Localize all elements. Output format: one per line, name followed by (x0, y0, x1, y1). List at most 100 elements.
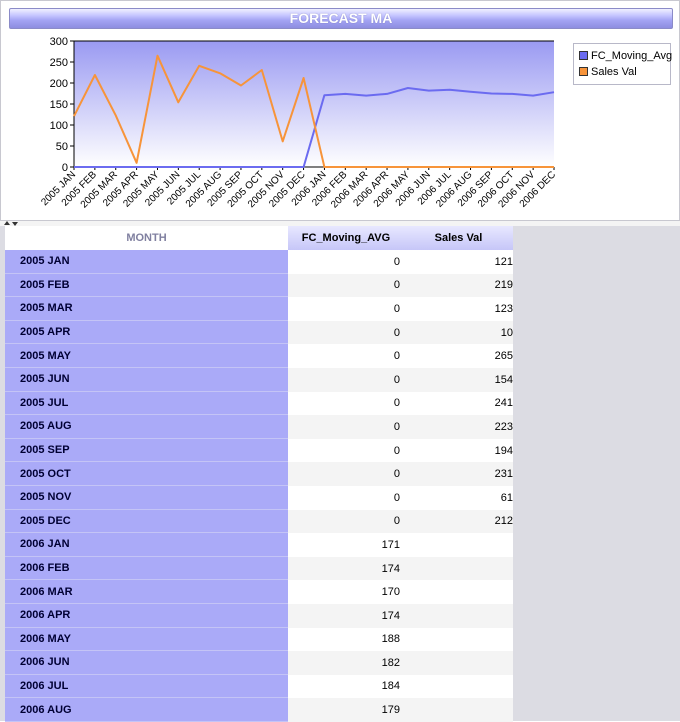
y-tick-label: 50 (56, 141, 68, 153)
fc-moving-avg-cell: 170 (288, 580, 404, 604)
fc-moving-avg-cell: 0 (288, 509, 404, 534)
table-row[interactable]: 2005 FEB 0 219 (5, 273, 513, 298)
table-row[interactable]: 2005 NOV 0 61 (5, 485, 513, 510)
month-cell: 2006 MAY (5, 627, 288, 652)
fc-moving-avg-cell: 174 (288, 556, 404, 581)
month-cell: 2005 DEC (5, 509, 288, 534)
fc-moving-avg-cell: 0 (288, 415, 404, 439)
fc-moving-avg-cell: 0 (288, 250, 404, 274)
sales-val-cell: 194 (404, 438, 513, 463)
month-cell: 2005 APR (5, 320, 288, 345)
fc-moving-avg-cell: 171 (288, 533, 404, 557)
fc-moving-avg-cell: 0 (288, 485, 404, 510)
table-row[interactable]: 2005 MAR 0 123 (5, 297, 513, 321)
table-row[interactable]: 2005 SEP 0 194 (5, 438, 513, 463)
sales-val-cell: 154 (404, 367, 513, 392)
fc-moving-avg-cell: 184 (288, 674, 404, 699)
table-row[interactable]: 2006 MAR 170 (5, 580, 513, 604)
legend-label-sales: Sales Val (591, 66, 637, 78)
y-tick-label: 100 (50, 120, 68, 132)
fc-moving-avg-cell: 0 (288, 438, 404, 463)
table-row[interactable]: 2005 JUL 0 241 (5, 391, 513, 416)
table-row[interactable]: 2005 MAY 0 265 (5, 344, 513, 368)
sales-val-cell: 219 (404, 273, 513, 298)
legend-item-sales: Sales Val (579, 65, 637, 79)
fc-moving-avg-cell: 188 (288, 627, 404, 652)
month-cell: 2005 OCT (5, 462, 288, 486)
month-cell: 2005 SEP (5, 438, 288, 463)
month-cell: 2005 JAN (5, 250, 288, 274)
table-row[interactable]: 2005 DEC 0 212 (5, 509, 513, 534)
y-tick-label: 250 (50, 57, 68, 69)
y-tick-label: 300 (50, 36, 68, 48)
sales-val-cell: 212 (404, 509, 513, 534)
fc-moving-avg-cell: 0 (288, 320, 404, 345)
chart-panel: FORECAST MA 0 50 100 150 200 250 300 2005 JAN 20… (0, 0, 680, 221)
sales-val-cell: 265 (404, 344, 513, 368)
sales-val-cell: 241 (404, 391, 513, 416)
table-row[interactable]: 2005 APR 0 10 (5, 320, 513, 345)
y-tick-label: 200 (50, 78, 68, 90)
table-row[interactable]: 2006 JUN 182 (5, 651, 513, 675)
sales-val-cell (404, 533, 513, 557)
y-tick-label: 150 (50, 99, 68, 111)
column-header-fc-moving-avg[interactable]: FC_Moving_AVG (288, 226, 404, 250)
grid-header-row: MONTH FC_Moving_AVG Sales Val (5, 226, 513, 250)
fc-moving-avg-cell: 179 (288, 698, 404, 722)
column-header-sales-val[interactable]: Sales Val (404, 226, 513, 250)
data-grid: MONTH FC_Moving_AVG Sales Val 2005 JAN 0 1… (5, 226, 513, 722)
month-cell: 2005 MAR (5, 297, 288, 321)
fc-moving-avg-cell: 0 (288, 391, 404, 416)
sales-val-cell: 123 (404, 297, 513, 321)
month-cell: 2006 AUG (5, 698, 288, 722)
month-cell: 2005 JUL (5, 391, 288, 416)
table-row[interactable]: 2006 AUG 179 (5, 698, 513, 722)
month-cell: 2005 MAY (5, 344, 288, 368)
table-row[interactable]: 2006 MAY 188 (5, 627, 513, 652)
table-row[interactable]: 2005 OCT 0 231 (5, 462, 513, 486)
legend-swatch-fc (579, 50, 588, 60)
chart-legend: FC_Moving_Avg Sales Val (573, 43, 672, 85)
grid-body: 2005 JAN 0 121 2005 FEB 0 219 2005 MAR 0 123 2005… (5, 250, 513, 722)
sales-val-cell (404, 651, 513, 675)
table-row[interactable]: 2006 FEB 174 (5, 556, 513, 581)
legend-swatch-sales (579, 66, 588, 76)
chart-svg: 0501001502002503002005 JAN2005 FEB2005 M… (39, 36, 558, 211)
sales-val-cell: 223 (404, 415, 513, 439)
legend-item-fc: FC_Moving_Avg (579, 49, 672, 63)
fc-moving-avg-cell: 0 (288, 344, 404, 368)
column-header-month[interactable]: MONTH (5, 226, 288, 250)
legend-label-fc: FC_Moving_Avg (591, 50, 673, 62)
fc-moving-avg-cell: 0 (288, 297, 404, 321)
month-cell: 2005 FEB (5, 273, 288, 298)
sales-val-cell (404, 627, 513, 652)
table-row[interactable]: 2006 JAN 171 (5, 533, 513, 557)
month-cell: 2005 NOV (5, 485, 288, 510)
table-row[interactable]: 2005 JAN 0 121 (5, 250, 513, 274)
sales-val-cell (404, 556, 513, 581)
table-row[interactable]: 2006 APR 174 (5, 603, 513, 628)
month-cell: 2005 JUN (5, 367, 288, 392)
sales-val-cell: 121 (404, 250, 513, 274)
sales-val-cell: 10 (404, 320, 513, 345)
month-cell: 2006 APR (5, 603, 288, 628)
sales-val-cell (404, 674, 513, 699)
table-row[interactable]: 2006 JUL 184 (5, 674, 513, 699)
month-cell: 2006 JUL (5, 674, 288, 699)
sales-val-cell: 231 (404, 462, 513, 486)
sales-val-cell: 61 (404, 485, 513, 510)
collapse-up-icon[interactable] (4, 221, 10, 225)
month-cell: 2006 JAN (5, 533, 288, 557)
month-cell: 2006 MAR (5, 580, 288, 604)
plot-area (74, 41, 554, 167)
month-cell: 2005 AUG (5, 415, 288, 439)
fc-moving-avg-cell: 182 (288, 651, 404, 675)
table-row[interactable]: 2005 AUG 0 223 (5, 415, 513, 439)
fc-moving-avg-cell: 0 (288, 462, 404, 486)
fc-moving-avg-cell: 0 (288, 367, 404, 392)
table-row[interactable]: 2005 JUN 0 154 (5, 367, 513, 392)
sales-val-cell (404, 580, 513, 604)
fc-moving-avg-cell: 174 (288, 603, 404, 628)
month-cell: 2006 FEB (5, 556, 288, 581)
sales-val-cell (404, 603, 513, 628)
